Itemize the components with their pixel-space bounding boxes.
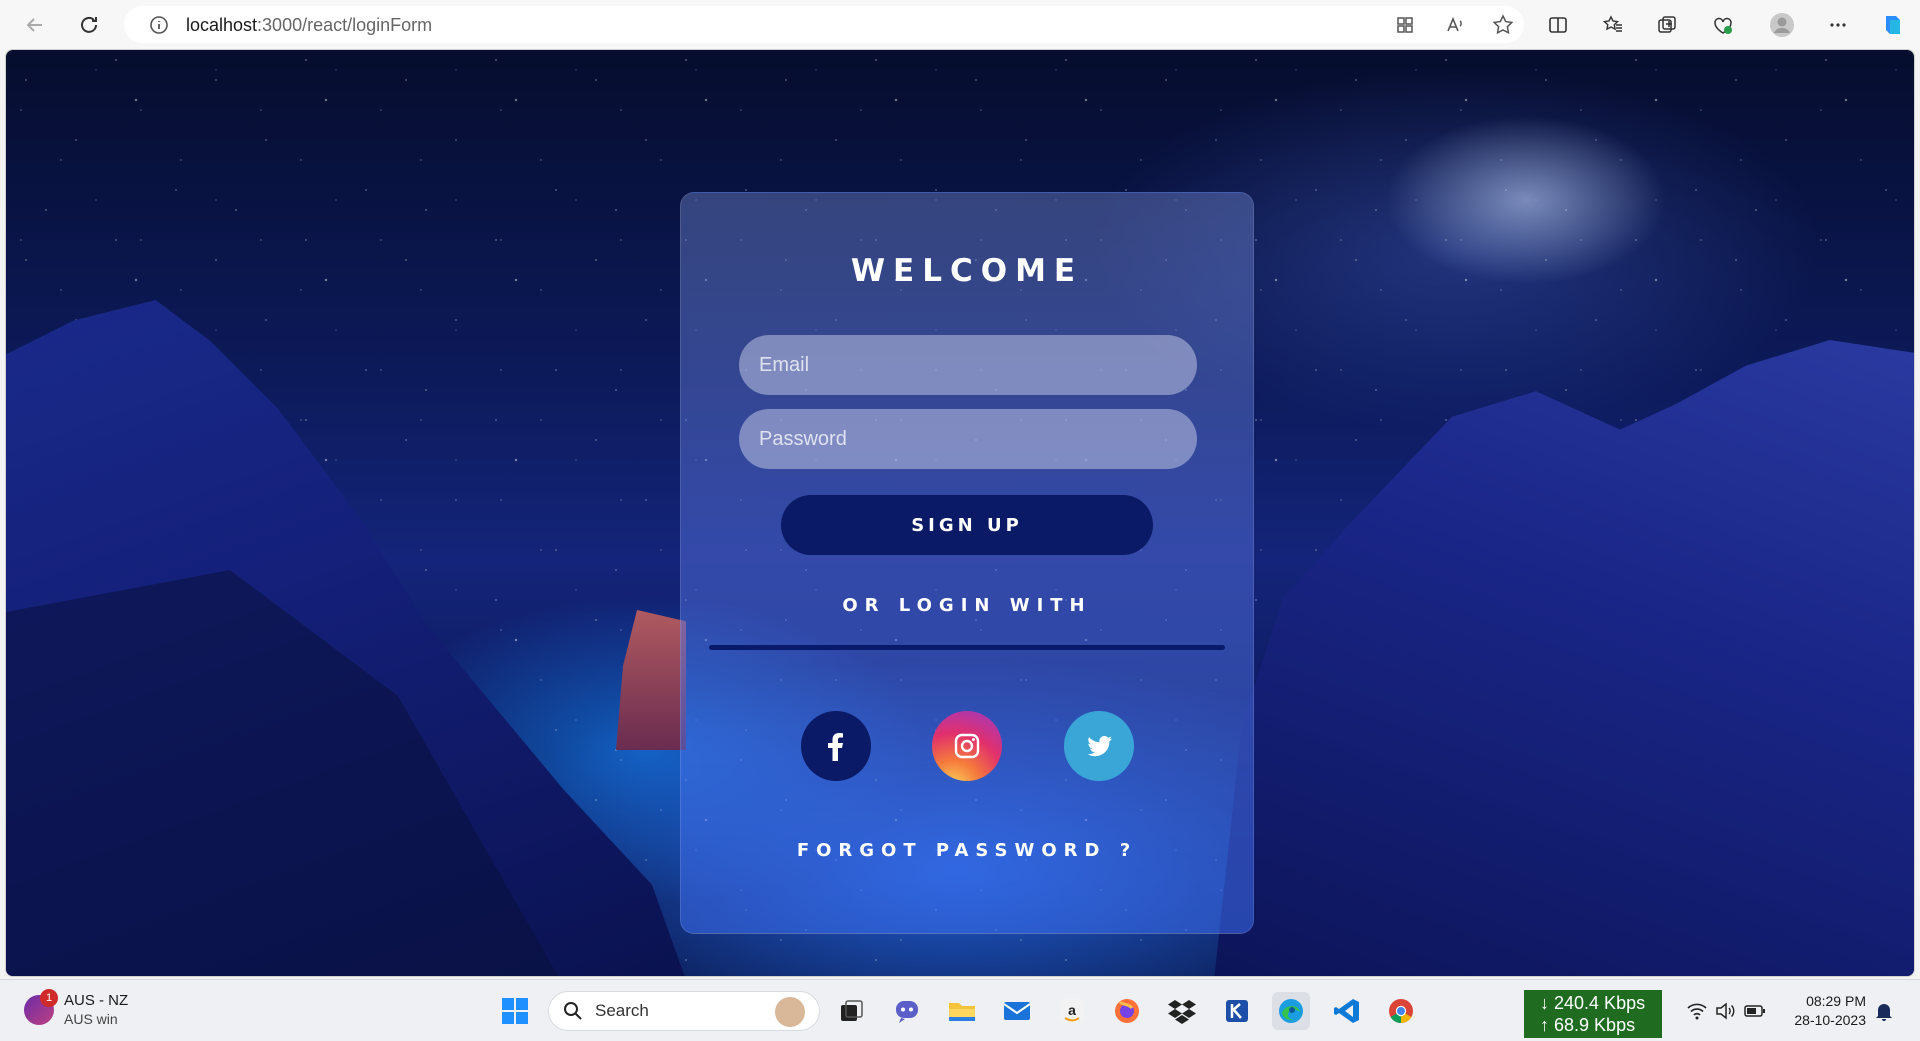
- password-field[interactable]: [739, 409, 1197, 469]
- task-view-icon[interactable]: [832, 992, 870, 1030]
- login-card: WELCOME SIGN UP OR LOGIN WITH FORGOT PAS…: [680, 192, 1254, 934]
- welcome-title: WELCOME: [850, 253, 1084, 289]
- site-info-icon[interactable]: [146, 12, 172, 38]
- facebook-icon: [828, 733, 843, 761]
- chrome-icon[interactable]: [1382, 992, 1420, 1030]
- copilot-icon[interactable]: [1878, 10, 1908, 40]
- wifi-icon[interactable]: [1686, 1000, 1708, 1022]
- favorites-icon[interactable]: [1598, 10, 1628, 40]
- search-highlight-icon: [775, 997, 805, 1027]
- instagram-button[interactable]: [932, 711, 1002, 781]
- battery-icon[interactable]: [1744, 1000, 1766, 1022]
- back-icon[interactable]: [18, 8, 52, 42]
- browser-essentials-icon[interactable]: [1708, 10, 1738, 40]
- sign-up-button-label: SIGN UP: [911, 514, 1023, 536]
- or-login-with-label: OR LOGIN WITH: [842, 595, 1092, 616]
- more-options-icon[interactable]: [1823, 10, 1853, 40]
- url-path: :3000/react/loginForm: [257, 15, 433, 35]
- clock-time: 08:29 PM: [1806, 993, 1866, 1009]
- edge-browser-icon[interactable]: [1272, 992, 1310, 1030]
- page-viewport: WELCOME SIGN UP OR LOGIN WITH FORGOT PAS…: [5, 49, 1915, 977]
- dropbox-icon[interactable]: [1163, 992, 1201, 1030]
- instagram-icon: [954, 733, 980, 759]
- url-text[interactable]: localhost:3000/react/loginForm: [186, 15, 432, 36]
- news-widget-icon: 1: [24, 989, 58, 1025]
- twitter-button[interactable]: [1064, 711, 1134, 781]
- mail-icon[interactable]: [998, 992, 1036, 1030]
- windows-taskbar: 1 AUS - NZ AUS win Search a ↓ 240.4 Kbps…: [0, 979, 1920, 1041]
- weather-widget[interactable]: 1 AUS - NZ AUS win: [24, 989, 129, 1028]
- kanban-app-icon[interactable]: [1218, 992, 1256, 1030]
- split-screen-icon[interactable]: [1543, 10, 1573, 40]
- amazon-icon[interactable]: a: [1053, 992, 1091, 1030]
- read-aloud-icon[interactable]: [1442, 12, 1468, 38]
- weather-subtitle: AUS win: [64, 1011, 118, 1027]
- twitter-icon: [1087, 735, 1112, 757]
- notification-bell-icon[interactable]: [1873, 1000, 1895, 1022]
- address-bar[interactable]: localhost:3000/react/loginForm: [124, 6, 1524, 43]
- forgot-password-link[interactable]: FORGOT PASSWORD ?: [681, 840, 1253, 861]
- refresh-icon[interactable]: [72, 8, 106, 42]
- svg-text:a: a: [1068, 1002, 1076, 1018]
- profile-avatar-icon[interactable]: [1767, 10, 1797, 40]
- search-label: Search: [595, 1001, 649, 1020]
- taskbar-search[interactable]: Search: [548, 991, 820, 1031]
- file-explorer-icon[interactable]: [943, 992, 981, 1030]
- weather-title: AUS - NZ: [64, 992, 129, 1009]
- search-icon: [564, 1002, 582, 1020]
- teams-chat-icon[interactable]: [888, 992, 926, 1030]
- system-clock[interactable]: 08:29 PM 28-10-2023: [1786, 992, 1866, 1030]
- weather-badge: 1: [40, 989, 58, 1007]
- download-speed: ↓ 240.4 Kbps: [1540, 993, 1646, 1013]
- vscode-icon[interactable]: [1328, 992, 1366, 1030]
- clock-date: 28-10-2023: [1794, 1012, 1866, 1028]
- download-speed-value: 240.4 Kbps: [1554, 993, 1646, 1013]
- favorite-star-icon[interactable]: [1490, 12, 1516, 38]
- firefox-icon[interactable]: [1108, 992, 1146, 1030]
- windows-start-icon[interactable]: [496, 992, 534, 1030]
- email-field[interactable]: [739, 335, 1197, 395]
- upload-speed-value: 68.9 Kbps: [1554, 1015, 1636, 1035]
- facebook-button[interactable]: [801, 711, 871, 781]
- sign-up-button[interactable]: SIGN UP: [781, 495, 1153, 555]
- network-speed-widget: ↓ 240.4 Kbps ↑ 68.9 Kbps: [1524, 990, 1662, 1038]
- app-available-icon[interactable]: [1392, 12, 1418, 38]
- divider-line: [709, 645, 1225, 650]
- browser-toolbar: localhost:3000/react/loginForm: [0, 0, 1920, 49]
- upload-speed: ↑ 68.9 Kbps: [1540, 1015, 1636, 1035]
- volume-icon[interactable]: [1714, 1000, 1736, 1022]
- url-host: localhost: [186, 15, 258, 35]
- collections-icon[interactable]: [1652, 10, 1682, 40]
